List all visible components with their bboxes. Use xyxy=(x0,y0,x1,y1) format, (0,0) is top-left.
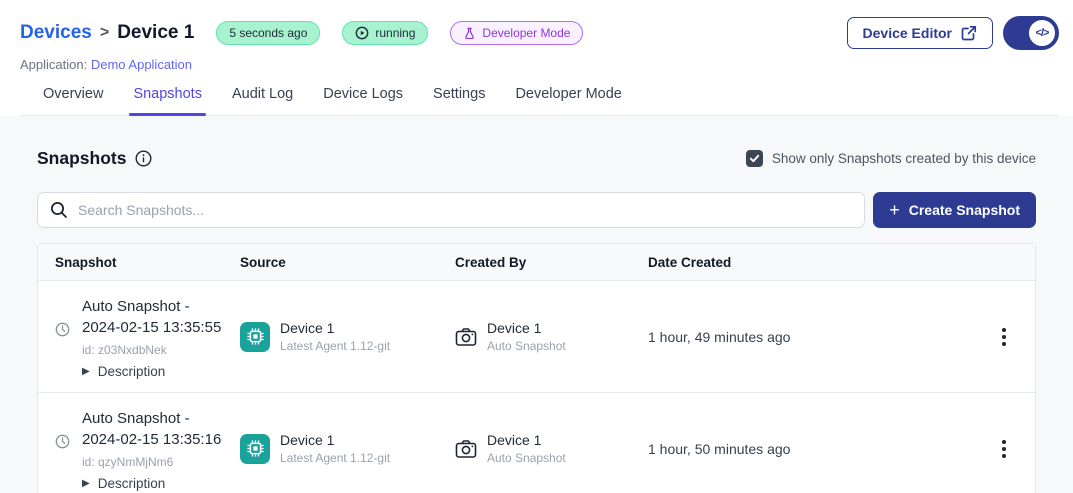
source-agent: Latest Agent 1.12-git xyxy=(280,450,390,466)
source-cell: Device 1 Latest Agent 1.12-git xyxy=(240,431,455,466)
check-icon xyxy=(749,153,760,164)
running-status-label: running xyxy=(375,25,415,41)
date-created-cell: 1 hour, 49 minutes ago xyxy=(648,329,973,345)
play-circle-icon xyxy=(355,26,369,40)
triangle-right-icon: ▶ xyxy=(82,478,90,489)
col-header-source: Source xyxy=(240,255,455,270)
source-cell: Device 1 Latest Agent 1.12-git xyxy=(240,319,455,354)
source-name: Device 1 xyxy=(280,431,390,449)
clock-icon xyxy=(55,322,70,337)
running-status-badge: running xyxy=(342,21,428,45)
description-label: Description xyxy=(98,364,166,379)
create-snapshot-label: Create Snapshot xyxy=(909,202,1020,218)
date-created-cell: 1 hour, 50 minutes ago xyxy=(648,441,973,457)
snapshots-table: Snapshot Source Created By Date Created … xyxy=(37,243,1036,493)
camera-icon xyxy=(455,327,477,347)
source-name: Device 1 xyxy=(280,319,390,337)
snapshot-title: Auto Snapshot - 2024-02-15 13:35:16 xyxy=(82,408,232,450)
tab-overview[interactable]: Overview xyxy=(43,86,103,115)
breadcrumb-separator: > xyxy=(100,24,109,42)
tab-bar: Overview Snapshots Audit Log Device Logs… xyxy=(20,86,1059,116)
clock-icon xyxy=(55,434,70,449)
page-title: Device 1 xyxy=(117,22,194,44)
create-snapshot-button[interactable]: + Create Snapshot xyxy=(873,192,1036,228)
device-editor-button[interactable]: Device Editor xyxy=(847,17,993,49)
created-by-name: Device 1 xyxy=(487,431,566,449)
description-label: Description xyxy=(98,476,166,491)
code-view-toggle[interactable]: </> xyxy=(1003,16,1059,50)
filter-label: Show only Snapshots created by this devi… xyxy=(772,151,1036,166)
tab-developer-mode[interactable]: Developer Mode xyxy=(515,86,621,115)
snapshots-panel: Snapshots Show only Snapshots created by… xyxy=(0,148,1073,493)
snapshot-title: Auto Snapshot - 2024-02-15 13:35:55 xyxy=(82,296,232,338)
source-agent: Latest Agent 1.12-git xyxy=(280,338,390,354)
breadcrumb-devices-link[interactable]: Devices xyxy=(20,22,92,44)
table-row: Auto Snapshot - 2024-02-15 13:35:55 id: … xyxy=(38,281,1035,393)
tab-settings[interactable]: Settings xyxy=(433,86,485,115)
tab-snapshots[interactable]: Snapshots xyxy=(133,86,202,115)
developer-mode-label: Developer Mode xyxy=(482,25,570,41)
camera-icon xyxy=(455,439,477,459)
description-toggle[interactable]: ▶ Description xyxy=(82,364,232,379)
created-by-cell: Device 1 Auto Snapshot xyxy=(455,319,648,354)
flask-icon xyxy=(463,27,476,40)
col-header-snapshot: Snapshot xyxy=(55,255,240,270)
filter-checkbox-row[interactable]: Show only Snapshots created by this devi… xyxy=(746,150,1036,167)
device-chip-icon xyxy=(240,322,270,352)
description-toggle[interactable]: ▶ Description xyxy=(82,476,232,491)
search-box[interactable] xyxy=(37,192,865,228)
search-icon xyxy=(50,201,68,219)
section-title: Snapshots xyxy=(37,148,126,169)
tab-device-logs[interactable]: Device Logs xyxy=(323,86,403,115)
application-link[interactable]: Demo Application xyxy=(91,57,192,72)
developer-mode-badge: Developer Mode xyxy=(450,21,583,45)
application-label: Application: xyxy=(20,57,87,72)
snapshot-id: id: z03NxdbNek xyxy=(82,343,232,357)
col-header-created-by: Created By xyxy=(455,255,648,270)
triangle-right-icon: ▶ xyxy=(82,366,90,377)
filter-checkbox[interactable] xyxy=(746,150,763,167)
col-header-date-created: Date Created xyxy=(648,255,973,270)
device-chip-icon xyxy=(240,434,270,464)
code-icon: </> xyxy=(1027,18,1057,48)
last-seen-badge: 5 seconds ago xyxy=(216,21,320,45)
table-header-row: Snapshot Source Created By Date Created xyxy=(38,244,1035,281)
created-by-cell: Device 1 Auto Snapshot xyxy=(455,431,648,466)
created-by-type: Auto Snapshot xyxy=(487,450,566,466)
page-header: Devices > Device 1 5 seconds ago running… xyxy=(0,0,1073,116)
last-seen-badge-label: 5 seconds ago xyxy=(229,25,307,41)
created-by-name: Device 1 xyxy=(487,319,566,337)
search-input[interactable] xyxy=(78,202,852,218)
breadcrumb: Devices > Device 1 xyxy=(20,22,194,44)
application-line: Application: Demo Application xyxy=(20,57,1059,72)
row-actions-menu[interactable] xyxy=(996,434,1012,464)
status-badges: 5 seconds ago running Developer Mode xyxy=(216,21,583,45)
plus-icon: + xyxy=(889,201,900,219)
snapshot-id: id: qzyNmMjNm6 xyxy=(82,455,232,469)
tab-audit-log[interactable]: Audit Log xyxy=(232,86,293,115)
device-editor-label: Device Editor xyxy=(863,25,952,41)
external-link-icon xyxy=(961,25,977,41)
info-icon[interactable] xyxy=(135,150,152,167)
created-by-type: Auto Snapshot xyxy=(487,338,566,354)
table-row: Auto Snapshot - 2024-02-15 13:35:16 id: … xyxy=(38,393,1035,493)
row-actions-menu[interactable] xyxy=(996,322,1012,352)
